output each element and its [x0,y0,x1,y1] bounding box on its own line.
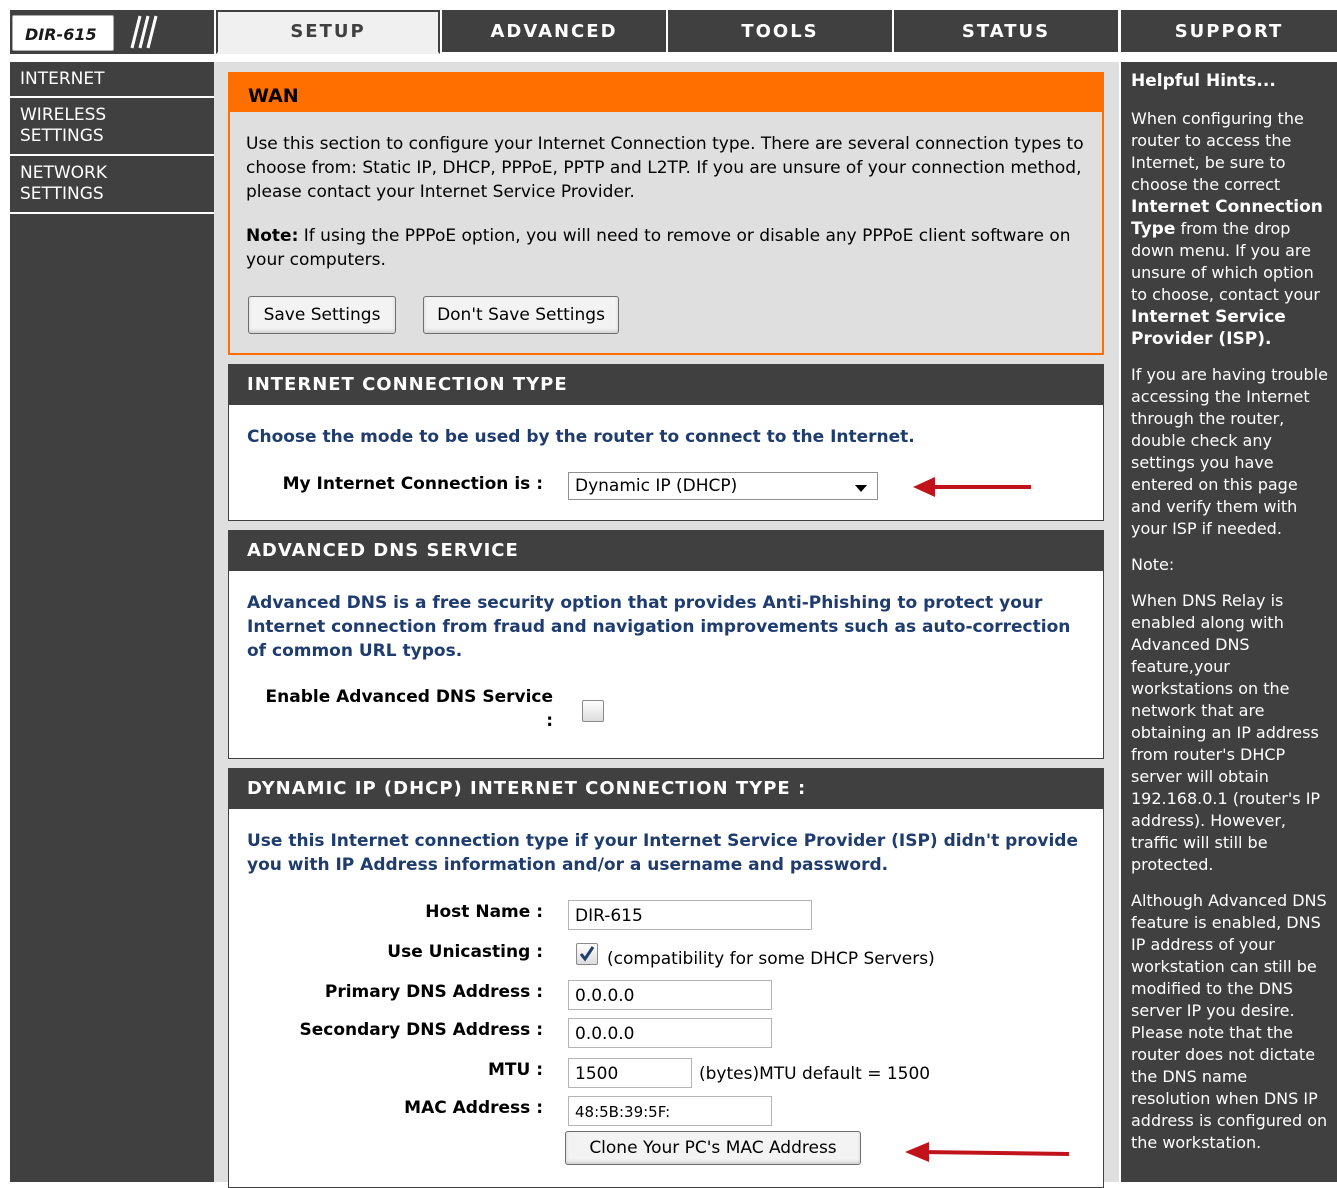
red-arrow-icon [905,1142,1070,1162]
hint-paragraph: If you are having trouble accessing the … [1131,365,1328,538]
dhcp-description: Use this Internet connection type if you… [247,831,1078,875]
checkmark-icon [579,946,595,962]
host-name-input[interactable]: DIR-615 [568,900,812,930]
connection-type-label: My Internet Connection is : [282,474,543,494]
mtu-label: MTU : [487,1060,543,1080]
helpful-hints-panel: Helpful Hints... When configuring the ro… [1121,62,1337,1182]
connection-type-title: INTERNET CONNECTION TYPE [229,365,1103,405]
hint-paragraph: Although Advanced DNS feature is enabled… [1131,891,1328,1152]
sidebar-item-internet[interactable]: INTERNET [10,62,214,98]
connection-type-description: Choose the mode to be used by the router… [247,427,915,447]
wan-note-text: If using the PPPoE option, you will need… [246,226,1071,270]
enable-advanced-dns-label: Enable Advanced DNS Service : [247,685,553,733]
hint-note-label: Note: [1131,555,1175,574]
enable-advanced-dns-colon: : [546,711,553,731]
use-unicasting-label: Use Unicasting : [387,942,543,962]
hint-paragraph: When DNS Relay is enabled along with Adv… [1131,591,1321,874]
brand-logo-area: DIR-615 [10,10,214,56]
logo-slashes-icon [130,15,158,49]
primary-dns-input[interactable]: 0.0.0.0 [568,980,772,1010]
chevron-down-icon [855,485,867,492]
wan-intro-text: Use this section to configure your Inter… [246,134,1084,202]
enable-advanced-dns-checkbox[interactable] [582,700,604,722]
tab-tools[interactable]: TOOLS [668,10,892,54]
connection-type-panel: INTERNET CONNECTION TYPE Choose the mode… [228,364,1104,521]
tab-support[interactable]: SUPPORT [1121,10,1337,54]
tab-advanced[interactable]: ADVANCED [442,10,666,54]
dhcp-panel: DYNAMIC IP (DHCP) INTERNET CONNECTION TY… [228,768,1104,1188]
enable-advanced-dns-text: Enable Advanced DNS Service [265,687,553,707]
model-name: DIR-615 [25,25,97,44]
primary-dns-label: Primary DNS Address : [324,982,543,1002]
hint-emphasis: Internet Service Provider (ISP). [1131,307,1286,349]
secondary-dns-input[interactable]: 0.0.0.0 [568,1018,772,1048]
left-sidebar: INTERNET WIRELESS SETTINGS NETWORK SETTI… [10,62,214,1182]
advanced-dns-description: Advanced DNS is a free security option t… [247,593,1071,661]
sidebar-item-wireless-settings[interactable]: WIRELESS SETTINGS [10,98,150,154]
mtu-input[interactable]: 1500 [568,1058,692,1088]
tab-setup[interactable]: SETUP [216,10,440,54]
wan-title: WAN [230,74,1102,112]
connection-type-select[interactable]: Dynamic IP (DHCP) [568,472,878,500]
mtu-default-note: (bytes)MTU default = 1500 [699,1064,931,1084]
save-settings-button[interactable]: Save Settings [248,296,396,334]
mac-address-label: MAC Address : [404,1098,543,1118]
host-name-label: Host Name : [425,902,543,922]
main-content: WAN Use this section to configure your I… [214,62,1119,1188]
connection-type-selected: Dynamic IP (DHCP) [575,476,738,496]
hints-title: Helpful Hints... [1131,71,1276,91]
dont-save-settings-button[interactable]: Don't Save Settings [423,296,619,334]
advanced-dns-panel: ADVANCED DNS SERVICE Advanced DNS is a f… [228,530,1104,759]
sidebar-divider [10,212,214,214]
dhcp-title: DYNAMIC IP (DHCP) INTERNET CONNECTION TY… [229,769,1103,809]
secondary-dns-label: Secondary DNS Address : [299,1020,543,1040]
use-unicasting-note: (compatibility for some DHCP Servers) [607,949,935,969]
advanced-dns-title: ADVANCED DNS SERVICE [229,531,1103,571]
use-unicasting-checkbox[interactable] [576,943,598,965]
hint-paragraph: When configuring the router to access th… [1131,108,1329,350]
mac-address-input[interactable]: 48:5B:39:5F: [568,1096,772,1126]
tab-status[interactable]: STATUS [894,10,1118,54]
wan-note-label: Note: [246,226,299,246]
clone-mac-address-button[interactable]: Clone Your PC's MAC Address [565,1131,861,1165]
model-badge: DIR-615 [12,15,114,51]
wan-note: Note: If using the PPPoE option, you wil… [246,224,1086,272]
hint-text: When configuring the router to access th… [1131,109,1304,194]
sidebar-item-network-settings[interactable]: NETWORK SETTINGS [10,156,150,212]
red-arrow-icon [913,477,1031,497]
wan-panel: WAN Use this section to configure your I… [228,72,1104,355]
